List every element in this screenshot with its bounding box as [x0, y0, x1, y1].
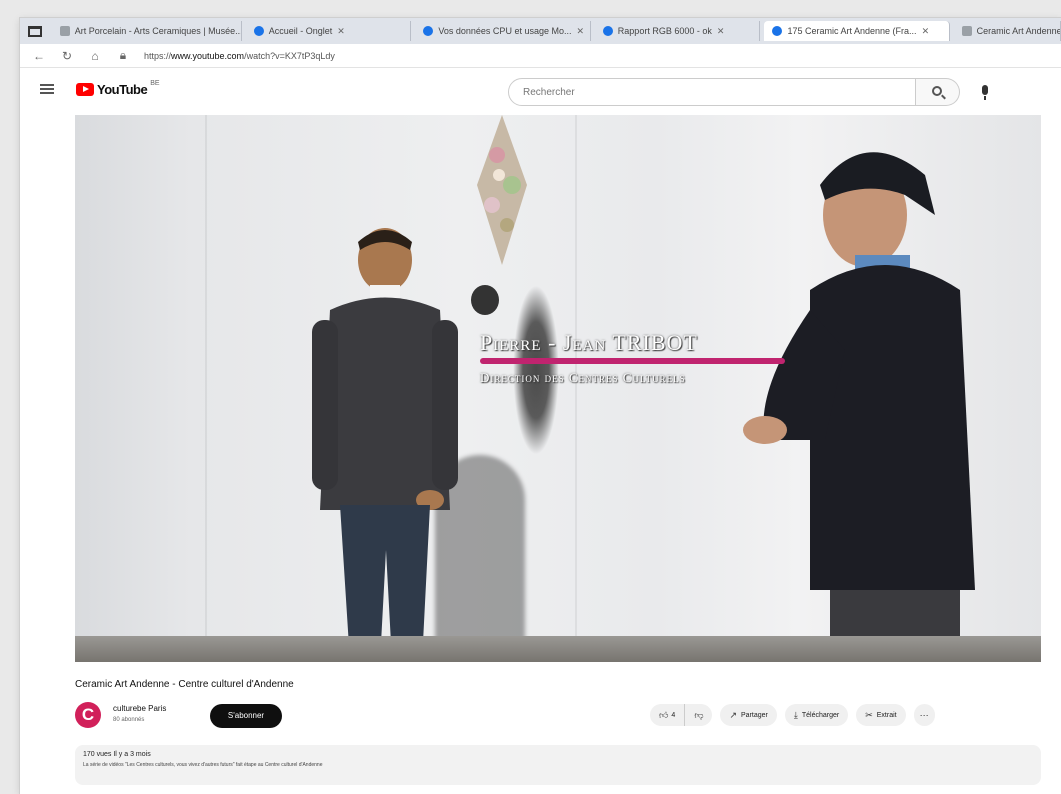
gallery-floor — [75, 636, 1041, 662]
address-bar: ← ↻ ⌂ 🔒︎ https://www.youtube.com/watch?v… — [20, 44, 1061, 68]
tab-label: Art Porcelain - Arts Ceramiques | Musée.… — [74, 26, 242, 36]
like-count: 4 — [671, 711, 676, 719]
page-favicon-icon — [602, 26, 613, 36]
like-button[interactable]: 👍︎ 4 — [650, 704, 686, 726]
close-tab-icon[interactable]: ✕ — [922, 26, 930, 37]
video-player[interactable]: Pierre - Jean TRIBOT Direction des Centr… — [75, 115, 1041, 662]
caption-name: Pierre - Jean TRIBOT — [480, 330, 698, 355]
download-icon: ⤓ — [793, 709, 798, 720]
browser-tab-active[interactable]: 175 Ceramic Art Andenne (Fra... ✕ — [764, 21, 950, 41]
reload-icon[interactable]: ↻ — [60, 49, 74, 63]
tab-label: Vos données CPU et usage Mo... — [438, 26, 572, 36]
share-icon: ↗ — [729, 709, 737, 720]
search-button[interactable] — [916, 78, 960, 106]
youtube-header: YouTube BE Rechercher — [20, 70, 1061, 114]
browser-tab[interactable]: Ceramic Art Andenne — [954, 21, 1061, 41]
download-button[interactable]: ⤓ Télécharger — [784, 704, 849, 726]
page-favicon-icon — [253, 26, 264, 36]
browser-tab[interactable]: Art Porcelain - Arts Ceramiques | Musée.… — [52, 21, 242, 41]
page-favicon-icon — [59, 26, 70, 36]
channel-name[interactable]: culturebe Paris — [113, 704, 166, 713]
home-icon[interactable]: ⌂ — [88, 49, 102, 63]
url-prefix: https:// — [144, 50, 172, 61]
thumbs-down-icon: 👎︎ — [694, 709, 704, 720]
more-icon: ⋯ — [919, 709, 929, 720]
name-caption: Pierre - Jean TRIBOT Direction des Centr… — [480, 330, 800, 400]
page-favicon-icon — [423, 26, 434, 36]
tab-strip: Art Porcelain - Arts Ceramiques | Musée.… — [20, 18, 1061, 44]
window-icon[interactable] — [28, 25, 42, 37]
url-path: /watch?v=KX7tP3qLdy — [244, 50, 335, 61]
tab-label: Ceramic Art Andenne — [976, 26, 1061, 36]
description-text: La série de vidéos "Les Centres culturel… — [83, 762, 323, 768]
close-tab-icon[interactable]: ✕ — [576, 26, 584, 37]
logo-text: YouTube — [97, 82, 148, 97]
play-logo-icon — [76, 83, 94, 96]
tab-label: Rapport RGB 6000 - ok — [617, 26, 712, 36]
thumbs-up-icon: 👍︎ — [659, 709, 669, 720]
tab-label: 175 Ceramic Art Andenne (Fra... — [787, 26, 917, 36]
caption-accent-bar — [480, 358, 785, 364]
download-label: Télécharger — [801, 711, 840, 719]
browser-tab[interactable]: Vos données CPU et usage Mo... ✕ — [415, 21, 591, 41]
share-label: Partager — [741, 711, 768, 719]
logo-country-code: BE — [150, 80, 160, 87]
close-tab-icon[interactable]: ✕ — [337, 26, 345, 37]
back-arrow-icon[interactable]: ← — [32, 49, 46, 63]
channel-avatar[interactable]: C — [75, 702, 101, 728]
page-favicon-icon — [961, 26, 972, 36]
share-button[interactable]: ↗ Partager — [720, 704, 777, 726]
scissors-icon: ✂ — [865, 709, 873, 720]
url-domain: www.youtube.com — [171, 50, 245, 61]
like-dislike-group: 👍︎ 4 👎︎ — [650, 704, 713, 726]
lock-icon: 🔒︎ — [119, 48, 127, 62]
flower-sculpture — [477, 115, 527, 265]
caption-role: Direction des Centres Culturels — [480, 370, 686, 385]
view-count-date: 170 vues Il y a 3 mois — [83, 751, 151, 758]
video-title: Ceramic Art Andenne - Centre culturel d'… — [75, 679, 294, 690]
dark-ceramic-piece — [471, 285, 499, 315]
tab-label: Accueil - Onglet — [268, 26, 333, 36]
microphone-icon[interactable] — [982, 85, 988, 100]
url-field[interactable]: https://www.youtube.com/watch?v=KX7tP3qL… — [144, 51, 335, 61]
clip-button[interactable]: ✂ Extrait — [856, 704, 906, 726]
interviewer-figure — [743, 152, 975, 662]
subscriber-count: 80 abonnés — [113, 717, 145, 723]
clip-label: Extrait — [876, 711, 897, 719]
page-favicon-icon — [772, 26, 783, 36]
subscribe-button[interactable]: S'abonner — [210, 704, 282, 728]
more-actions-button[interactable]: ⋯ — [913, 704, 935, 726]
search-input[interactable]: Rechercher — [508, 78, 916, 106]
close-tab-icon[interactable]: ✕ — [717, 26, 725, 37]
wall-edge — [205, 115, 207, 636]
search-icon — [932, 86, 942, 96]
description-box[interactable]: 170 vues Il y a 3 mois La série de vidéo… — [75, 745, 1041, 785]
hamburger-menu-icon[interactable] — [40, 84, 54, 94]
dislike-button[interactable]: 👎︎ — [685, 704, 712, 726]
video-actions: 👍︎ 4 👎︎ ↗ Partager ⤓ Télécharger ✂ Extrai… — [650, 704, 935, 726]
browser-tab[interactable]: Rapport RGB 6000 - ok ✕ — [595, 21, 761, 41]
browser-tab[interactable]: Accueil - Onglet ✕ — [246, 21, 412, 41]
interviewee-figure — [312, 228, 458, 662]
youtube-logo[interactable]: YouTube BE — [76, 80, 160, 97]
